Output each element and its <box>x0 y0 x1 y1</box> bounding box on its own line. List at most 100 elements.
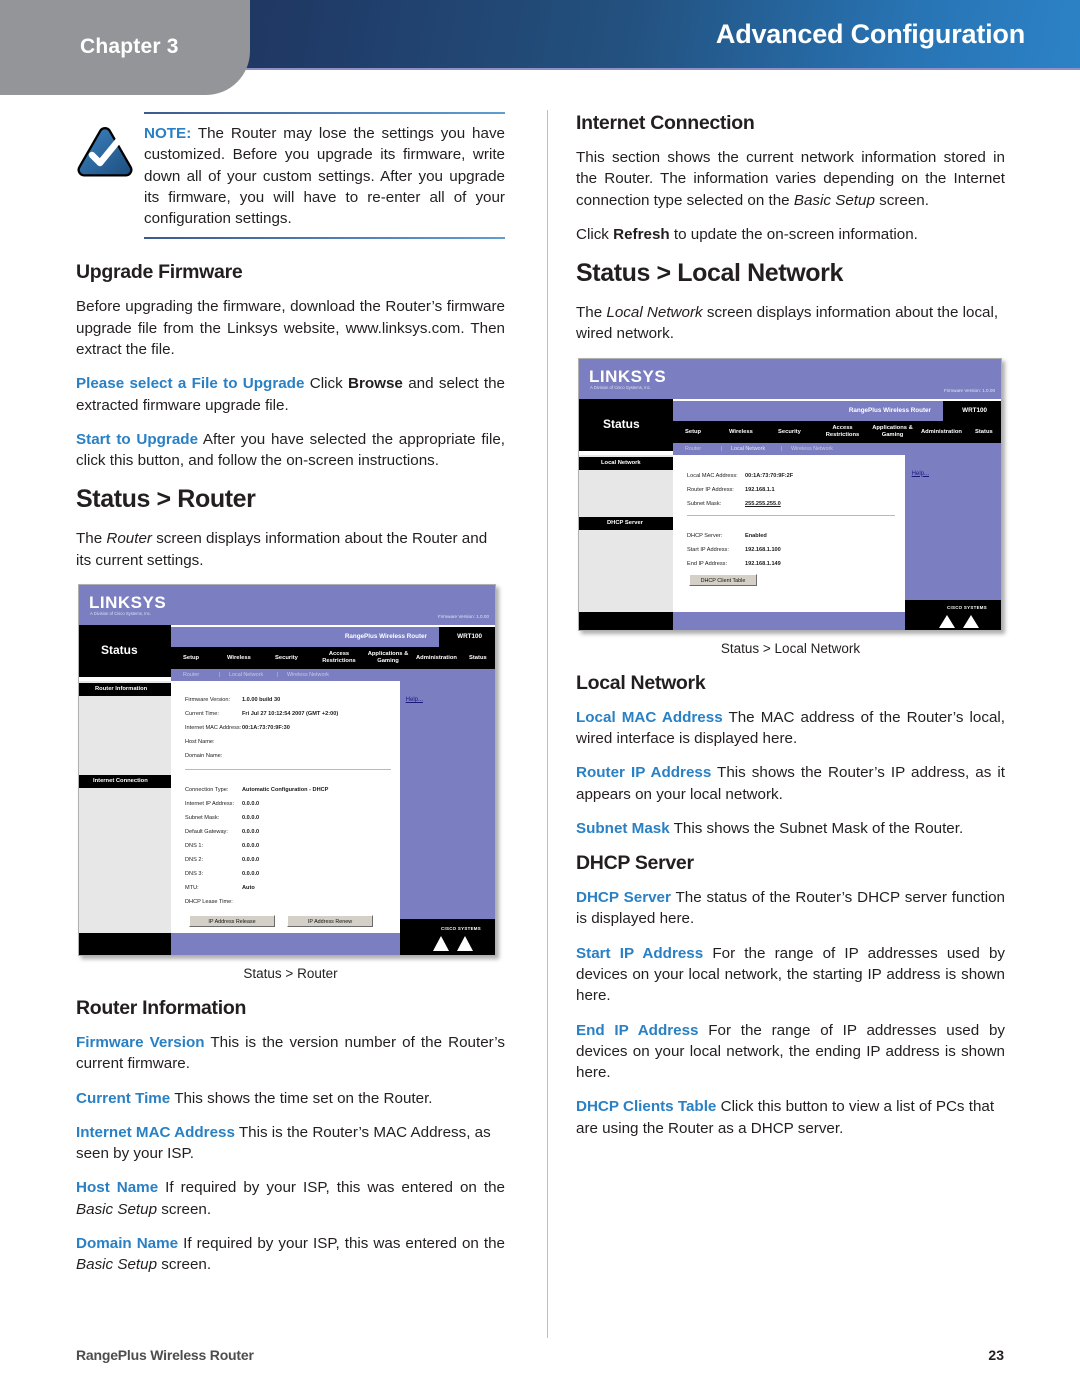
text-pre-0: Click <box>304 375 348 393</box>
shot1-f2-label-2: Subnet Mask: <box>185 814 220 821</box>
shot1-tab-administration[interactable]: Administration <box>416 655 457 661</box>
shot2-model: WRT100 <box>962 406 987 414</box>
shot1-tab-security[interactable]: Security <box>275 655 298 661</box>
shot1-f1-label-0: Firmware Version: <box>185 696 231 703</box>
text-bold-0: Browse <box>348 375 403 393</box>
shot1-cisco-bridge-icon <box>433 935 473 951</box>
shot1-f2-label-8: DHCP Lease Time: <box>185 898 233 905</box>
shot1-linksys-logo: LINKSYS <box>89 592 167 612</box>
shot2-f1-value-2: 255.255.255.0 <box>745 500 781 507</box>
shot1-f1-label-4: Domain Name: <box>185 752 223 759</box>
shot2-tab-administration[interactable]: Administration <box>921 429 962 435</box>
shot1-subtab-sep1: | <box>219 671 221 678</box>
shot2-divider-1 <box>687 514 895 516</box>
bold-refresh: Refresh <box>613 225 670 243</box>
shot2-linksys-sub: A Division of Cisco Systems, Inc. <box>590 384 651 390</box>
shot2-f1-label-2: Subnet Mask: <box>687 500 722 507</box>
shot2-subtab-local-network[interactable]: Local Network <box>731 446 765 452</box>
term-start-ip-address: Start IP Address <box>576 944 704 962</box>
shot2-help-link[interactable]: Help... <box>912 471 929 477</box>
shot2-subtab-wireless-network[interactable]: Wireless Network <box>791 446 833 452</box>
shot2-tab-applications-gaming[interactable]: Applications & Gaming <box>868 425 917 439</box>
shot2-f2-value-1: 192.168.1.100 <box>745 546 781 553</box>
shot1-tab-setup[interactable]: Setup <box>183 655 199 661</box>
note-label: NOTE: <box>144 125 192 142</box>
shot2-cisco-bridge-icon <box>939 614 979 628</box>
shot1-f1-value-1: Fri Jul 27 10:12:54 2007 (GMT +2:00) <box>242 710 339 717</box>
shot1-f2-value-3: 0.0.0.0 <box>242 828 260 835</box>
check-triangle-icon <box>76 127 144 179</box>
shot1-tab-wireless[interactable]: Wireless <box>227 655 251 661</box>
right-column: Internet Connection This section shows t… <box>576 112 1005 1152</box>
shot2-f1-value-0: 00:1A:73:70:9F:2F <box>745 472 794 479</box>
shot1-firmware-version: Firmware Version: 1.0.00 <box>437 613 489 619</box>
shot2-panel1-title: Local Network <box>601 459 641 466</box>
shot1-panel1-title: Router Information <box>95 685 148 692</box>
shot1-f2-value-5: 0.0.0.0 <box>242 856 260 863</box>
shot1-tab-access-restrictions[interactable]: Access Restrictions <box>317 651 361 665</box>
shot1-help-panel <box>400 680 495 933</box>
upgrade-firmware-intro: Before upgrading the firmware, download … <box>76 298 505 358</box>
shot2-button-dhcp-client-table[interactable]: DHCP Client Table <box>689 573 757 586</box>
term-local-mac-address: Local MAC Address <box>576 708 723 726</box>
item-current-time: Current Time This shows the time set on … <box>76 1088 505 1109</box>
item-internet-mac-address: Internet MAC Address This is the Router’… <box>76 1122 505 1165</box>
shot1-tab-applications-gaming[interactable]: Applications & Gaming <box>364 651 412 665</box>
shot2-help-panel <box>905 454 1001 612</box>
heading-local-network: Local Network <box>576 671 706 694</box>
shot1-bottom-left <box>79 932 171 955</box>
status-local-network-intro: The Local Network screen displays inform… <box>576 304 999 343</box>
shot1-tab-status[interactable]: Status <box>469 655 487 661</box>
shot2-product-name: RangePlus Wireless Router <box>848 406 931 414</box>
shot1-subtab-local-network[interactable]: Local Network <box>229 672 263 678</box>
shot2-linksys-logo: LINKSYS <box>589 366 667 386</box>
shot2-tab-setup[interactable]: Setup <box>685 429 701 435</box>
shot2-section-title: Status <box>603 416 640 431</box>
shot1-f1-label-2: Internet MAC Address: <box>185 724 242 731</box>
shot2-tab-wireless[interactable]: Wireless <box>729 429 753 435</box>
heading-internet-connection: Internet Connection <box>576 112 755 134</box>
shot1-button-ip-renew[interactable]: IP Address Renew <box>287 914 373 927</box>
item-domain-name: Domain Name If required by your ISP, thi… <box>76 1234 506 1274</box>
shot2-cisco-label: CISCO SYSTEMS <box>946 604 987 610</box>
shot1-subtab-wireless-network[interactable]: Wireless Network <box>287 672 329 678</box>
shot2-subtab-router[interactable]: Router <box>685 446 701 452</box>
term-end-ip-address: End IP Address <box>576 1021 699 1039</box>
note-text: NOTE: The Router may lose the settings y… <box>144 123 505 229</box>
page-footer: RangePlus Wireless Router 23 <box>76 1347 1004 1363</box>
term-start-to-upgrade: Start to Upgrade <box>76 430 199 448</box>
shot1-f2-value-0: Automatic Configuration - DHCP <box>242 786 329 793</box>
shot1-subtab-router[interactable]: Router <box>183 672 199 678</box>
note-body-text: The Router may lose the settings you hav… <box>144 125 505 228</box>
shot1-f2-value-4: 0.0.0.0 <box>242 842 260 849</box>
shot2-subtab-sep2: | <box>781 445 783 452</box>
shot1-panel2-title: Internet Connection <box>93 777 148 784</box>
note-bottom-rule <box>144 237 505 240</box>
shot1-f2-label-0: Connection Type: <box>185 786 229 793</box>
shot2-tab-access-restrictions[interactable]: Access Restrictions <box>820 425 865 439</box>
internet-connection-p2: Click Refresh to update the on-screen in… <box>576 224 1005 245</box>
shot1-f2-label-5: DNS 2: <box>185 856 204 863</box>
shot2-f2-label-2: End IP Address: <box>687 560 728 567</box>
item-host-name: Host Name If required by your ISP, this … <box>76 1179 505 1218</box>
item-firmware-version: Firmware Version This is the version num… <box>76 1032 505 1075</box>
term-internet-mac-address: Internet MAC Address <box>76 1123 235 1141</box>
item-dhcp-server: DHCP Server The status of the Router’s D… <box>576 887 1005 930</box>
italic-basic-setup-1: Basic Setup <box>76 1200 158 1218</box>
shot2-tab-security[interactable]: Security <box>778 429 801 435</box>
shot1-f2-label-6: DNS 3: <box>185 870 204 877</box>
shot1-button-ip-release[interactable]: IP Address Release <box>189 914 275 927</box>
shot1-divider-1 <box>185 768 391 770</box>
shot2-f2-value-0: Enabled <box>745 532 767 539</box>
text-click: Click <box>576 225 614 243</box>
shot1-f2-label-3: Default Gateway: <box>185 828 228 835</box>
shot2-f1-label-0: Local MAC Address: <box>687 472 738 479</box>
heading-status-local-network: Status > Local Network <box>576 259 843 288</box>
shot2-tab-status[interactable]: Status <box>975 429 993 435</box>
shot2-bottom-left <box>579 611 673 630</box>
shot1-f2-value-1: 0.0.0.0 <box>242 800 260 807</box>
screenshot-status-router: LINKSYS A Division of Cisco Systems, Inc… <box>78 583 496 956</box>
shot1-help-link[interactable]: Help... <box>406 697 423 703</box>
item-start-ip-address: Start IP Address For the range of IP add… <box>576 943 1005 1007</box>
item-local-mac-address: Local MAC Address The MAC address of the… <box>576 707 1005 750</box>
